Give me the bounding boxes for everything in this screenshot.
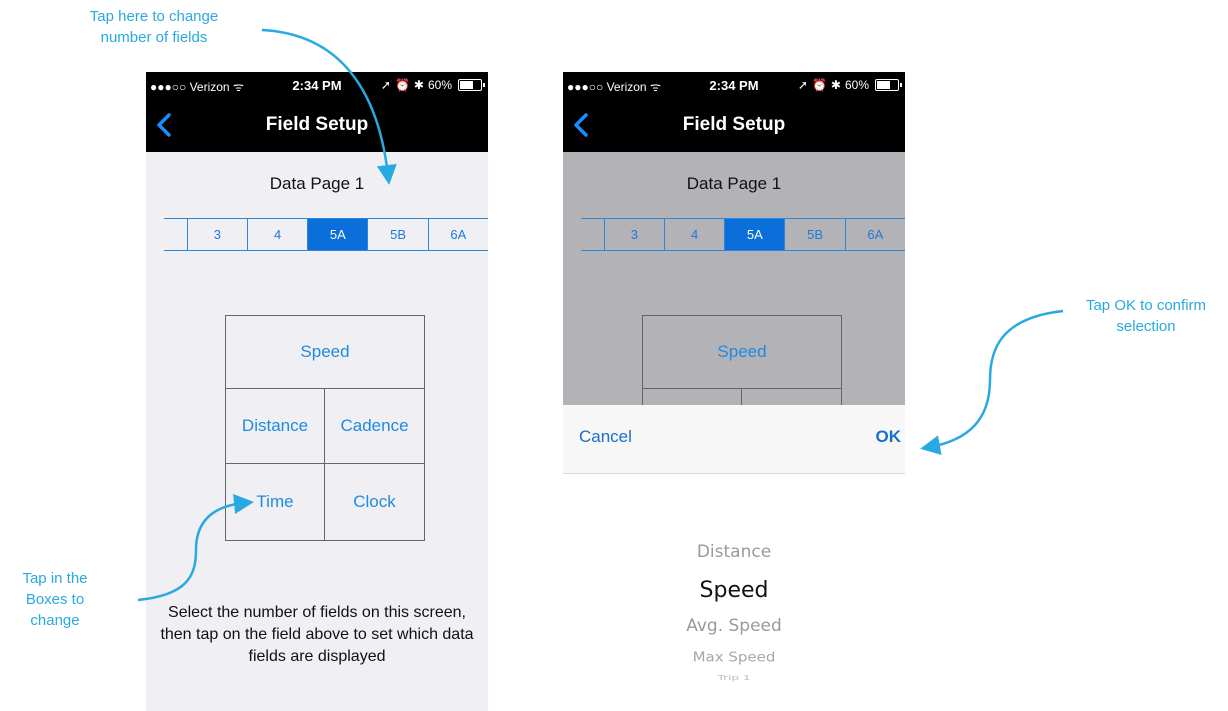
- location-icon: ➚: [380, 78, 391, 92]
- picker-item[interactable]: Avg. Speed: [563, 616, 905, 636]
- segment-5b[interactable]: 5B: [368, 219, 429, 250]
- segment-5a[interactable]: 5A: [308, 219, 369, 250]
- instructions-text: Select the number of fields on this scre…: [160, 604, 474, 665]
- nav-title: Field Setup: [682, 114, 786, 135]
- battery-icon: [458, 79, 485, 91]
- alarm-icon: ⏰: [394, 78, 410, 92]
- field-grid: Speed Distance Cadence Time Clock: [225, 315, 425, 541]
- status-bar: ●●●○○ Verizon ᯤ 2:34 PM ➚ ⏰ ✱ 60%: [146, 72, 488, 98]
- segment-3[interactable]: 3: [188, 219, 248, 250]
- status-bar: ●●●○○ Verizon ᯤ 2:34 PM ➚ ⏰ ✱ 60%: [563, 72, 905, 98]
- field-speed: Speed: [643, 316, 841, 389]
- arrow-to-ok-button: [920, 309, 1064, 456]
- page-title: Data Page 1: [269, 174, 365, 193]
- battery-percent: 60%: [844, 78, 869, 92]
- ok-button[interactable]: OK: [876, 427, 902, 447]
- field-distance: Distance: [643, 389, 742, 405]
- segment-5a: 5A: [725, 219, 786, 250]
- page-title: Data Page 1: [686, 174, 782, 193]
- left-phone-screen: ●●●○○ Verizon ᯤ 2:34 PM ➚ ⏰ ✱ 60% Field …: [146, 72, 488, 711]
- field-time[interactable]: Time: [226, 464, 325, 540]
- annotation-tap-boxes: Tap in the Boxes to change: [22, 570, 88, 629]
- status-right-icons: ➚ ⏰ ✱ 60%: [797, 78, 902, 92]
- field-count-segmented-control: 3 4 5A 5B 6A: [164, 218, 488, 251]
- annotation-tap-ok: Tap OK to confirm selection: [1085, 297, 1207, 335]
- field-grid: Speed Distance Cadence: [642, 315, 842, 405]
- picker-item[interactable]: Max Speed: [563, 649, 905, 665]
- field-cadence: Cadence: [742, 389, 841, 405]
- segment-leading-edge: [164, 219, 188, 250]
- alarm-icon: ⏰: [811, 78, 827, 92]
- dimmed-background: Data Page 1 3 4 5A 5B 6A Speed Distance …: [563, 152, 905, 405]
- battery-percent: 60%: [427, 78, 452, 92]
- nav-bar: Field Setup: [146, 98, 488, 152]
- bluetooth-icon: ✱: [830, 78, 841, 92]
- segment-3: 3: [605, 219, 665, 250]
- nav-title: Field Setup: [265, 114, 369, 135]
- field-speed[interactable]: Speed: [226, 316, 424, 389]
- picker-item[interactable]: Trip 1: [563, 674, 905, 682]
- field-count-segmented-control: 3 4 5A 5B 6A: [581, 218, 905, 251]
- picker-item-selected[interactable]: Speed: [563, 578, 905, 603]
- annotation-change-fields: Tap here to change number of fields: [89, 8, 219, 46]
- status-right-icons: ➚ ⏰ ✱ 60%: [380, 78, 485, 92]
- segment-5b: 5B: [785, 219, 846, 250]
- field-clock[interactable]: Clock: [325, 464, 424, 540]
- segment-6a: 6A: [867, 227, 884, 242]
- picker-item[interactable]: Distance: [563, 542, 905, 562]
- nav-bar: Field Setup: [563, 98, 905, 152]
- battery-icon: [875, 79, 902, 91]
- segment-leading-edge: [581, 219, 605, 250]
- segment-4[interactable]: 4: [248, 219, 309, 250]
- segment-6a[interactable]: 6A: [429, 219, 488, 250]
- segment-4: 4: [665, 219, 726, 250]
- picker-action-bar: Cancel OK: [563, 405, 905, 474]
- field-cadence[interactable]: Cadence: [325, 389, 424, 464]
- field-distance[interactable]: Distance: [226, 389, 325, 464]
- right-phone-screen: ●●●○○ Verizon ᯤ 2:34 PM ➚ ⏰ ✱ 60% Field …: [563, 72, 905, 711]
- cancel-button[interactable]: Cancel: [579, 427, 632, 447]
- bluetooth-icon: ✱: [413, 78, 424, 92]
- location-icon: ➚: [797, 78, 808, 92]
